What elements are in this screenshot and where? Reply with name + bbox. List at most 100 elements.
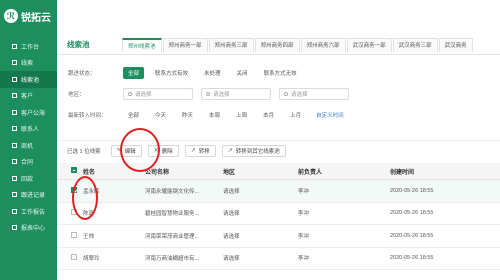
region-filter-label: 地区： xyxy=(68,92,85,98)
time-option-this-week[interactable]: 本周 xyxy=(204,109,225,121)
cell-company: 河南永耀能钢文化传... xyxy=(145,188,200,195)
delete-button-label: 删除 xyxy=(161,148,173,155)
status-option-closed[interactable]: 关闭 xyxy=(232,67,253,79)
status-option-all[interactable]: 全部 xyxy=(123,67,145,79)
time-option-last-month[interactable]: 上月 xyxy=(285,109,306,121)
selection-count: 已选 1 位线索 xyxy=(67,148,101,155)
table-row[interactable]: 陈真 碧桂园智慧物业服务... 请选择 李冲 2020-05-26 18:55 xyxy=(57,203,500,225)
time-filter-label: 最新转入时间： xyxy=(68,113,107,119)
cell-region: 请选择 xyxy=(223,233,240,240)
opportunity-icon xyxy=(12,142,17,148)
sidebar-item-label: 合同 xyxy=(21,160,34,167)
row-check-cell xyxy=(57,231,83,240)
customer-pool-icon xyxy=(12,109,17,115)
column-header-name[interactable]: 姓名 xyxy=(83,167,145,176)
sidebar-item-lead-pool[interactable]: 线索池 xyxy=(0,71,57,88)
customer-icon xyxy=(12,93,17,99)
table-header: 姓名 公司名称 地区 前负责人 创建时间 xyxy=(57,163,500,180)
sidebar-item-report-center[interactable]: 报表中心 xyxy=(0,220,57,237)
logo-icon: ℛ xyxy=(4,9,18,23)
action-bar: 已选 1 位线索 ✎ 编辑 ✕ 删除 ↗ 转移 ↗ 转移到其它线索池 xyxy=(57,140,500,160)
transfer-icon: ↗ xyxy=(190,148,196,154)
sidebar-item-leads[interactable]: 线索 xyxy=(0,55,57,72)
location-pin-icon xyxy=(206,92,210,96)
district-select[interactable]: 请选择 xyxy=(279,88,349,100)
select-all-checkbox[interactable] xyxy=(71,167,77,173)
page-title: 线索池 xyxy=(67,40,90,49)
time-option-this-month[interactable]: 本月 xyxy=(258,109,279,121)
sidebar-item-payments[interactable]: 回款 xyxy=(0,170,57,187)
contract-icon xyxy=(12,159,17,165)
tab-pool[interactable]: 武汉商务三部 xyxy=(392,37,438,52)
sidebar: ℛ 锐拓云 工作台 线索 线索池 客户 客户公海 联系人 商机 合同 回款 跟进… xyxy=(0,0,57,280)
sidebar-item-label: 客户 xyxy=(21,94,34,101)
cell-owner: 李冲 xyxy=(298,256,310,263)
chart-icon xyxy=(12,225,17,231)
transfer-button[interactable]: ↗ 转移 xyxy=(184,144,216,157)
row-checkbox[interactable] xyxy=(71,254,77,261)
sidebar-item-opportunities[interactable]: 商机 xyxy=(0,137,57,154)
logo-text: 锐拓云 xyxy=(21,12,51,24)
row-checkbox[interactable] xyxy=(71,231,77,238)
row-checkbox[interactable] xyxy=(71,186,77,193)
row-checkbox[interactable] xyxy=(71,209,77,216)
sidebar-item-workbench[interactable]: 工作台 xyxy=(0,38,57,55)
sidebar-menu: 工作台 线索 线索池 客户 客户公海 联系人 商机 合同 回款 跟进记录 工作报… xyxy=(0,38,57,236)
sidebar-item-work-reports[interactable]: 工作报告 xyxy=(0,203,57,220)
sidebar-item-followups[interactable]: 跟进记录 xyxy=(0,187,57,204)
province-select[interactable]: 请选择 xyxy=(123,88,193,100)
cell-company: 河南荣荣茂商业管理... xyxy=(145,233,200,240)
city-select[interactable]: 请选择 xyxy=(201,88,271,100)
time-option-all[interactable]: 全部 xyxy=(123,109,144,121)
status-option-valid[interactable]: 联系方式有效 xyxy=(150,67,193,79)
row-check-cell xyxy=(57,209,83,217)
workbench-icon xyxy=(12,43,17,49)
table-row[interactable]: 孟永辉 河南永耀能钢文化传... 请选择 李冲 2020-05-26 18:55 xyxy=(57,180,500,203)
cell-created: 2020-05-26 18:55 xyxy=(390,210,434,217)
edit-icon: ✎ xyxy=(116,148,122,154)
transfer-icon: ↗ xyxy=(227,148,233,154)
status-option-unprocessed[interactable]: 未处理 xyxy=(199,67,226,79)
custom-time-link[interactable]: 自定义时间 xyxy=(316,111,344,119)
table-row[interactable]: 王帅 河南荣荣茂商业管理... 请选择 李冲 2020-05-26 18:55 xyxy=(57,225,500,248)
report-icon xyxy=(12,208,17,214)
tab-pool[interactable]: 武汉商务一部 xyxy=(346,37,392,52)
transfer-button-label: 转移 xyxy=(198,148,210,155)
cell-name[interactable]: 陈真 xyxy=(83,209,145,217)
tab-pool[interactable]: 郑州商务一部 xyxy=(162,37,208,52)
delete-button[interactable]: ✕ 删除 xyxy=(147,144,179,157)
cell-region: 请选择 xyxy=(223,188,240,195)
tab-pool[interactable]: 武汉商务 xyxy=(438,37,473,52)
lead-pool-icon xyxy=(12,76,17,82)
edit-button-label: 编辑 xyxy=(124,148,136,155)
status-option-invalid[interactable]: 联系方式无效 xyxy=(259,67,302,79)
tab-pool[interactable]: 郑州商务三部 xyxy=(208,37,254,52)
column-header-created[interactable]: 创建时间 xyxy=(390,167,500,176)
leads-table: 姓名 公司名称 地区 前负责人 创建时间 孟永辉 河南永耀能钢文化传... 请选… xyxy=(57,163,500,270)
column-header-company[interactable]: 公司名称 xyxy=(145,167,223,176)
time-option-yesterday[interactable]: 昨天 xyxy=(177,109,198,121)
tab-pool[interactable]: 郑州商务六部 xyxy=(300,37,346,52)
sidebar-item-contracts[interactable]: 合同 xyxy=(0,154,57,171)
row-check-cell xyxy=(57,186,83,195)
time-option-today[interactable]: 今天 xyxy=(150,109,171,121)
sidebar-item-contacts[interactable]: 联系人 xyxy=(0,121,57,138)
region-filter: 地区： 请选择 请选择 请选择 xyxy=(68,87,498,101)
sidebar-item-customers[interactable]: 客户 xyxy=(0,88,57,105)
time-filter: 最新转入时间： 全部 今天 昨天 本周 上周 本月 上月 自定义时间 xyxy=(68,108,498,122)
tab-pool[interactable]: 郑州商务四部 xyxy=(254,37,300,52)
edit-button[interactable]: ✎ 编辑 xyxy=(110,144,142,157)
cell-name[interactable]: 胡翠玲 xyxy=(83,254,145,262)
transfer-other-pool-button[interactable]: ↗ 转移到其它线索池 xyxy=(221,144,286,157)
cell-owner: 李冲 xyxy=(298,233,310,240)
sidebar-item-label: 工作报告 xyxy=(21,209,46,216)
column-header-region[interactable]: 地区 xyxy=(223,167,298,176)
app-logo: ℛ 锐拓云 xyxy=(4,8,51,24)
time-option-last-week[interactable]: 上周 xyxy=(231,109,252,121)
table-row[interactable]: 胡翠玲 河南万商油糊超市有... 请选择 李冲 2020-05-26 18:55 xyxy=(57,248,500,270)
tab-pool[interactable]: 郑州线索池 xyxy=(122,37,162,52)
cell-name[interactable]: 孟永辉 xyxy=(83,187,145,195)
column-header-owner[interactable]: 前负责人 xyxy=(298,167,390,176)
cell-name[interactable]: 王帅 xyxy=(83,232,145,240)
sidebar-item-customer-pool[interactable]: 客户公海 xyxy=(0,104,57,121)
